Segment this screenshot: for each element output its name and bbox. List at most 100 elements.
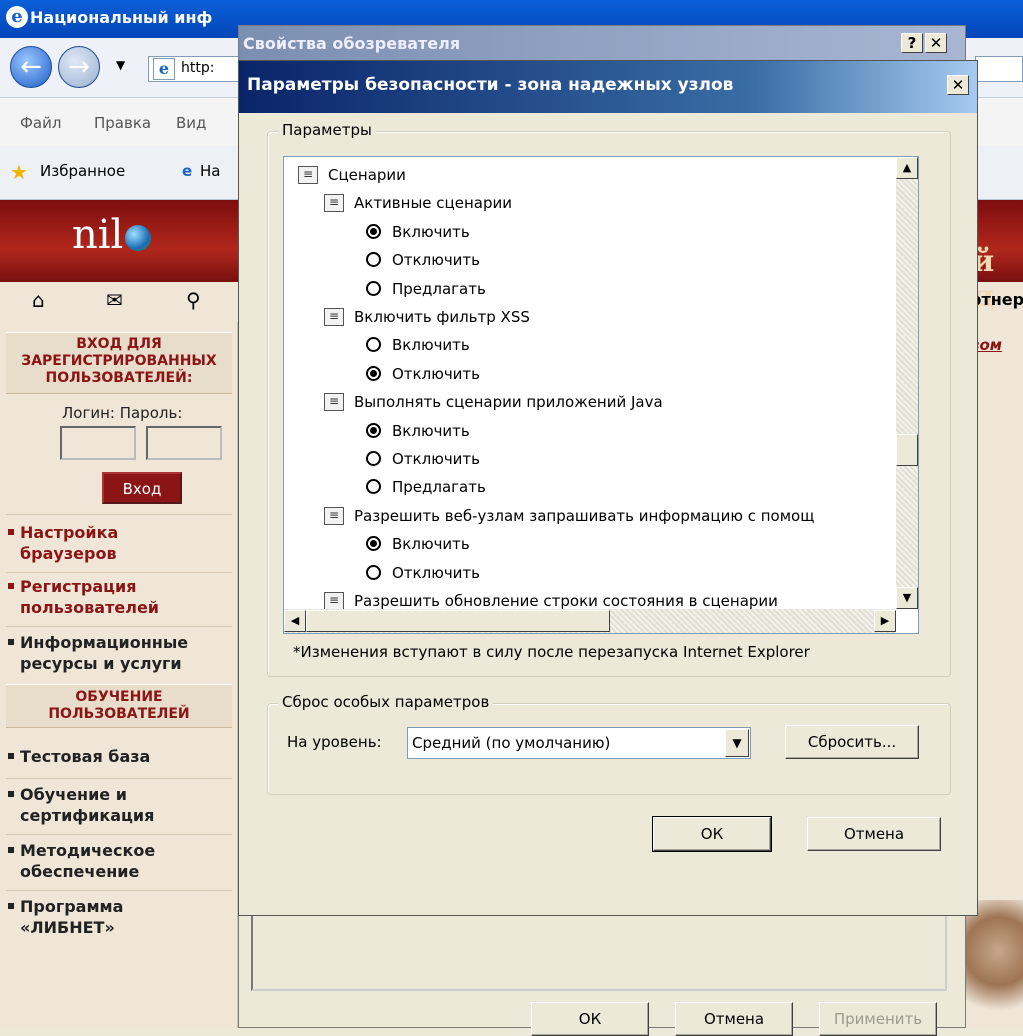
globe-icon	[125, 225, 152, 251]
search-icon[interactable]: ⚲	[186, 288, 201, 312]
script-setting-icon: ≡	[324, 308, 344, 326]
home-icon[interactable]: ⌂	[32, 288, 45, 312]
back-button[interactable]: ←	[10, 46, 52, 88]
divider	[6, 514, 232, 515]
radio-checked-icon[interactable]	[366, 365, 381, 381]
script-setting-icon: ≡	[324, 592, 344, 609]
setting-option-label: Отключить	[392, 251, 481, 270]
decorative-image	[962, 900, 1023, 1028]
link-resources[interactable]: Информационные ресурсы и услуги	[7, 632, 188, 674]
link-methodical[interactable]: Методическое обеспечение	[7, 840, 155, 882]
options-apply-button[interactable]: Применить	[819, 1002, 937, 1036]
script-setting-icon: ≡	[324, 194, 344, 213]
browser-tab[interactable]: На	[200, 162, 220, 180]
menu-file[interactable]: Файл	[20, 114, 61, 132]
vertical-scrollbar[interactable]: ▲ ▼	[896, 157, 918, 609]
options-titlebar: Свойства обозревателя ? ✕	[239, 26, 965, 60]
settings-list[interactable]: ≡ Сценарии ≡ Активные сценарии Включить Отклю…	[283, 156, 919, 634]
radio-unchecked-icon[interactable]	[366, 252, 381, 268]
setting-option[interactable]: Включить	[284, 218, 896, 246]
horizontal-scroll-thumb[interactable]	[306, 610, 610, 632]
help-button[interactable]: ?	[901, 33, 923, 53]
radio-unchecked-icon[interactable]	[366, 451, 381, 466]
setting-option[interactable]: Отключить	[284, 360, 896, 388]
setting-option[interactable]: Отключить	[284, 445, 896, 473]
setting-item-label: Включить фильтр XSS	[354, 308, 530, 326]
scroll-right-icon[interactable]: ▶	[874, 610, 896, 632]
divider	[6, 890, 232, 891]
horizontal-scrollbar[interactable]: ◀ ▶	[284, 609, 896, 633]
setting-option-label: Включить	[392, 421, 470, 440]
close-icon[interactable]: ✕	[925, 33, 947, 53]
forward-button[interactable]: →	[58, 46, 100, 88]
divider	[6, 626, 232, 627]
setting-option-label: Включить	[392, 336, 470, 355]
divider	[6, 572, 232, 573]
security-titlebar: Параметры безопасности - зона надежных у…	[239, 61, 977, 113]
left-sidebar: ВХОД ДЛЯ ЗАРЕГИСТРИРОВАННЫХ ПОЛЬЗОВАТЕЛЕ…	[0, 322, 238, 1028]
setting-option[interactable]: Включить	[284, 530, 896, 558]
setting-option[interactable]: Включить	[284, 417, 896, 445]
settings-category-label: Сценарии	[328, 166, 406, 184]
reset-level-select[interactable]: Средний (по умолчанию) ▼	[407, 727, 751, 759]
radio-checked-icon[interactable]	[366, 536, 381, 552]
setting-option-label: Предлагать	[392, 478, 486, 497]
history-dropdown-icon[interactable]: ▼	[116, 58, 125, 72]
site-logo[interactable]: nil	[72, 212, 152, 258]
link-test-base[interactable]: Тестовая база	[7, 746, 150, 767]
link-registration[interactable]: Регистрация пользователей	[8, 576, 159, 618]
script-setting-icon: ≡	[298, 166, 318, 184]
radio-unchecked-icon[interactable]	[366, 280, 381, 296]
training-section-title: ОБУЧЕНИЕ ПОЛЬЗОВАТЕЛЕЙ	[6, 684, 232, 728]
reset-button[interactable]: Сбросить...	[785, 725, 919, 759]
setting-option[interactable]: Отключить	[284, 246, 896, 274]
setting-option[interactable]: Предлагать	[284, 275, 896, 303]
tab-ie-icon: e	[182, 162, 193, 180]
scroll-down-icon[interactable]: ▼	[896, 587, 918, 609]
radio-unchecked-icon[interactable]	[366, 564, 381, 580]
settings-tree: ≡ Сценарии ≡ Активные сценарии Включить Отклю…	[284, 157, 896, 609]
login-labels: Логин: Пароль:	[62, 404, 183, 422]
cancel-button[interactable]: Отмена	[807, 817, 941, 851]
scroll-left-icon[interactable]: ◀	[284, 610, 306, 632]
link-libnet[interactable]: Программа «ЛИБНЕТ»	[7, 896, 123, 938]
link-certification[interactable]: Обучение и сертификация	[7, 784, 154, 826]
radio-unchecked-icon[interactable]	[366, 337, 381, 353]
scroll-up-icon[interactable]: ▲	[896, 157, 918, 179]
favorites-button[interactable]: Избранное	[40, 162, 125, 180]
script-setting-icon: ≡	[324, 393, 344, 412]
chevron-down-icon[interactable]: ▼	[725, 729, 749, 757]
options-ok-button[interactable]: ОК	[531, 1002, 649, 1036]
ok-button[interactable]: ОК	[652, 816, 772, 852]
vertical-scroll-thumb[interactable]	[896, 434, 918, 466]
login-button[interactable]: Вход	[102, 472, 182, 504]
address-bar-tail	[975, 56, 1023, 82]
setting-item: ≡ Выполнять сценарии приложений Java	[284, 388, 896, 416]
security-settings-dialog: Параметры безопасности - зона надежных у…	[238, 60, 978, 916]
settings-category: ≡ Сценарии	[284, 161, 896, 189]
close-icon[interactable]: ✕	[947, 75, 969, 95]
login-section-title: ВХОД ДЛЯ ЗАРЕГИСТРИРОВАННЫХ ПОЛЬЗОВАТЕЛЕ…	[6, 332, 232, 394]
address-text: http:	[181, 60, 215, 76]
divider	[6, 834, 232, 835]
radio-unchecked-icon[interactable]	[366, 479, 381, 495]
password-input[interactable]	[146, 426, 222, 460]
settings-group-label: Параметры	[278, 121, 376, 139]
link-browser-setup[interactable]: Настройка браузеров	[7, 522, 118, 564]
setting-item-label: Выполнять сценарии приложений Java	[354, 393, 663, 412]
setting-option-label: Отключить	[392, 563, 481, 582]
address-bar[interactable]: e http:	[148, 56, 248, 82]
setting-option[interactable]: Включить	[284, 331, 896, 359]
login-input[interactable]	[60, 426, 136, 460]
setting-option[interactable]: Предлагать	[284, 473, 896, 501]
setting-option-label: Отключить	[392, 450, 481, 468]
radio-checked-icon[interactable]	[366, 223, 381, 239]
setting-item: ≡ Включить фильтр XSS	[284, 303, 896, 331]
reset-level-label: На уровень:	[287, 733, 382, 751]
setting-option[interactable]: Отключить	[284, 559, 896, 587]
radio-checked-icon[interactable]	[366, 422, 381, 438]
menu-view[interactable]: Вид	[176, 114, 206, 132]
mail-icon[interactable]: ✉	[106, 288, 123, 312]
menu-edit[interactable]: Правка	[94, 114, 151, 132]
options-cancel-button[interactable]: Отмена	[675, 1002, 793, 1036]
